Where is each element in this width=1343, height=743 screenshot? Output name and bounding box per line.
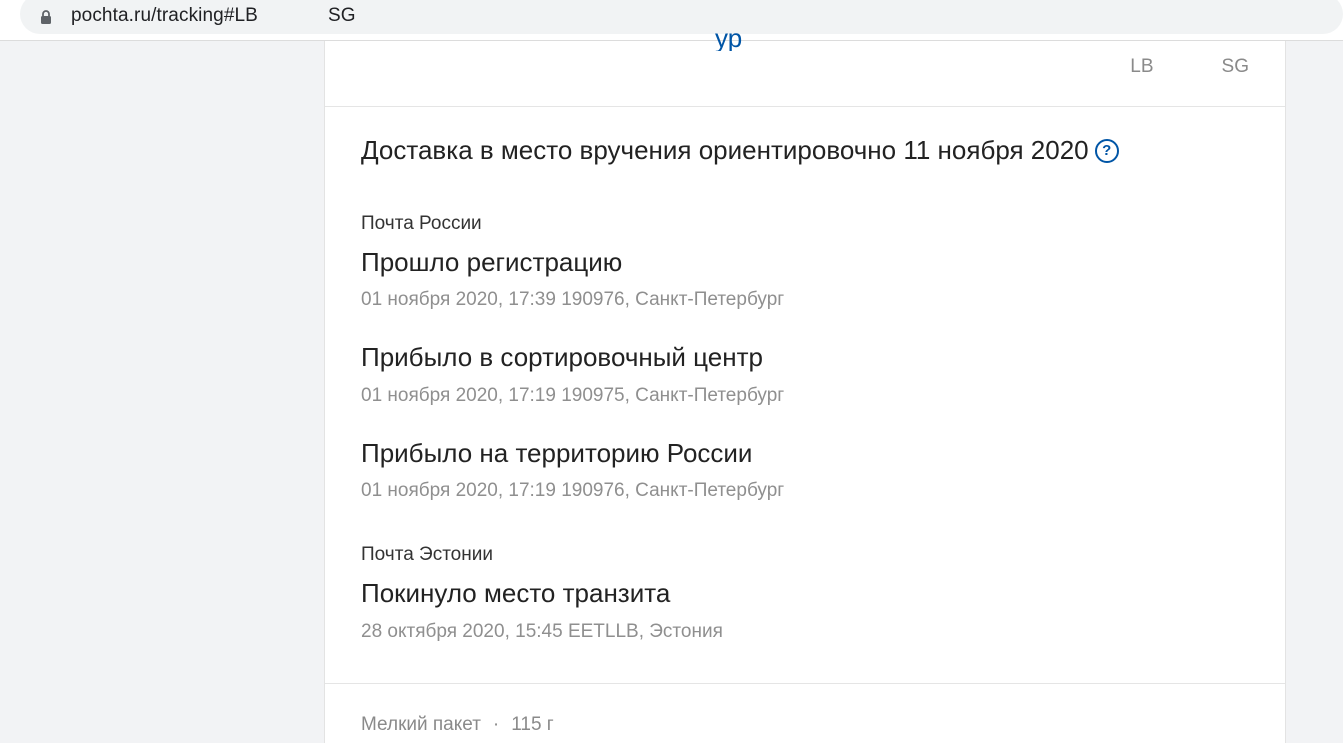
delivery-estimate: Доставка в место вручения ориентировочно…	[361, 135, 1119, 166]
package-details: Мелкий пакет · 115 г	[361, 714, 554, 736]
url-end: SG	[327, 5, 356, 26]
title-fragment-text: ур	[715, 27, 743, 51]
event-meta: 01 ноября 2020, 17:39 190976, Санкт-Пете…	[361, 289, 785, 310]
event-meta: 01 ноября 2020, 17:19 190975, Санкт-Пете…	[361, 385, 785, 406]
event-meta: 01 ноября 2020, 17:19 190976, Санкт-Пете…	[361, 480, 785, 501]
tracking-number-end: SG	[1221, 56, 1249, 77]
event-meta: 28 октября 2020, 15:45 EETLLB, Эстония	[361, 621, 723, 642]
lock-icon[interactable]	[40, 10, 52, 24]
title-fragment: ур	[715, 27, 815, 51]
event-title: Прибыло на территорию России	[361, 438, 753, 468]
package-weight: 115 г	[511, 714, 554, 735]
operator-label: Почта России	[361, 213, 482, 234]
tracking-number: LB SG	[1130, 56, 1249, 78]
card-header: ур LB SG	[325, 27, 1285, 107]
event-title: Прошло регистрацию	[361, 247, 623, 277]
browser-address-bar: pochta.ru/tracking#LB SG	[0, 0, 1343, 41]
url-start: pochta.ru/tracking#LB	[71, 5, 258, 26]
url-redacted	[257, 7, 328, 24]
package-type: Мелкий пакет	[361, 714, 481, 735]
question-circle-icon[interactable]: ?	[1094, 138, 1119, 163]
event-title: Покинуло место транзита	[361, 578, 671, 608]
operator-label: Почта Эстонии	[361, 544, 493, 565]
separator-dot: ·	[492, 714, 500, 735]
tracking-card: ур LB SG Доставка в место вручения ориент…	[324, 27, 1286, 743]
url-text[interactable]: pochta.ru/tracking#LB SG	[71, 5, 356, 27]
event-title: Прибыло в сортировочный центр	[361, 342, 763, 372]
tracking-number-start: LB	[1130, 56, 1154, 77]
delivery-estimate-text: Доставка в место вручения ориентировочно…	[361, 135, 1089, 165]
package-info: Мелкий пакет · 115 г	[325, 683, 1285, 743]
